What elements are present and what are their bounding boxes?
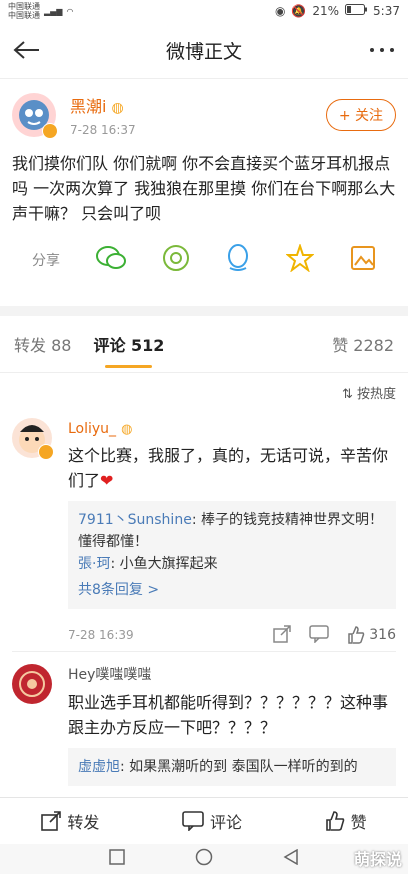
heart-icon: ❤ [100, 471, 114, 490]
reply-item: 張·珂: 小鱼大旗挥起来 [78, 553, 386, 575]
status-bar: 中国联通 中国联通 ▂▄▆ ◠ ◉ 🔕 21% 5:37 [0, 0, 408, 22]
tab-like[interactable]: 赞 2282 [332, 332, 394, 356]
recent-apps-icon[interactable] [109, 849, 125, 869]
save-image-icon[interactable] [350, 245, 376, 275]
comment-item: Loliyu_ ◍ 这个比赛，我服了，真的，无话可说，辛苦你们了❤ 7911丶S… [0, 412, 408, 651]
comment-icon [182, 811, 204, 831]
comment-button[interactable]: 评论 [182, 809, 242, 833]
thumbs-up-icon [325, 811, 344, 831]
comment-like-count: 316 [369, 627, 396, 643]
reply-text: : 小鱼大旗挥起来 [110, 556, 218, 572]
watermark-logo: 萌探说 [353, 850, 402, 869]
thumbs-up-icon [348, 626, 365, 644]
home-icon[interactable] [195, 848, 213, 870]
signal-icon: ▂▄▆ [44, 6, 63, 16]
ornament-avatar-icon [19, 671, 45, 697]
repost-button[interactable]: 转发 [41, 809, 99, 833]
reply-author[interactable]: 張·珂 [78, 556, 110, 572]
repost-label: 转发 [67, 813, 100, 832]
commenter-name[interactable]: Loliyu_ [68, 421, 116, 437]
system-nav-bar [0, 844, 408, 874]
comment-footer: 7-28 16:39 316 [68, 619, 396, 651]
carrier-2: 中国联通 [8, 11, 40, 20]
reply-box[interactable]: 7911丶Sunshine: 棒子的钱竞技精神世界文明！懂得都懂！ 張·珂: 小… [68, 501, 396, 609]
post-time: 7-28 16:37 [70, 123, 136, 137]
wechat-icon[interactable] [96, 245, 126, 275]
nav-bar: 微博正文 [0, 22, 408, 79]
carrier-info: 中国联通 中国联通 ▂▄▆ ◠ [8, 2, 73, 20]
weibo-post: 黑潮i ◍ 7-28 16:37 + 关注 我们摸你们队 你们就啊 你不会直接买… [0, 79, 408, 294]
eye-icon: ◉ [274, 4, 286, 18]
sort-icon: ⇅ [341, 387, 353, 402]
more-replies-link[interactable]: 共8条回复 > [78, 579, 386, 601]
carrier-1: 中国联通 [8, 2, 40, 11]
mute-icon: 🔕 [291, 4, 307, 18]
comment-item: Hey噗嗤噗嗤 职业选手耳机都能听得到？？？？？？这种事跟主办方反应一下吧？？？… [0, 652, 408, 786]
vip-badge-icon: ◍ [121, 422, 133, 437]
back-button[interactable] [10, 34, 42, 66]
moments-icon[interactable] [162, 244, 190, 276]
like-label: 赞 [350, 813, 367, 832]
reply-item: 虚虚旭: 如果黑潮听的到 泰国队一样听的到的 [78, 756, 386, 778]
comment-label: 评论 [209, 813, 242, 832]
reply-box[interactable]: 虚虚旭: 如果黑潮听的到 泰国队一样听的到的 [68, 748, 396, 786]
tab-repost[interactable]: 转发 88 [14, 332, 71, 356]
back-arrow-icon [13, 41, 39, 59]
comment-text: 职业选手耳机都能听得到？？？？？？这种事跟主办方反应一下吧？？？？ [68, 693, 389, 737]
commenter-name[interactable]: Hey噗嗤噗嗤 [68, 664, 396, 684]
post-author: 黑潮i ◍ 7-28 16:37 + 关注 [12, 93, 396, 139]
section-divider [0, 306, 408, 316]
battery-icon [345, 4, 368, 18]
more-button[interactable] [366, 34, 398, 66]
wifi-icon: ◠ [66, 6, 74, 16]
tab-comment[interactable]: 评论 512 [93, 332, 164, 368]
share-row: 分享 [12, 226, 396, 294]
reply-comment-icon[interactable] [309, 624, 330, 646]
post-content: 我们摸你们队 你们就啊 你不会直接买个蓝牙耳机报点吗 一次两次算了 我独狼在那里… [12, 154, 396, 223]
verified-badge-icon [38, 444, 54, 460]
commenter-avatar[interactable] [12, 664, 52, 704]
vip-badge-icon: ◍ [111, 100, 124, 116]
clock: 5:37 [373, 4, 400, 18]
follow-button[interactable]: + 关注 [325, 99, 396, 131]
share-label: 分享 [32, 253, 60, 269]
reply-item: 7911丶Sunshine: 棒子的钱竞技精神世界文明！懂得都懂！ [78, 509, 386, 553]
reply-text: : 如果黑潮听的到 泰国队一样听的到的 [120, 759, 358, 775]
author-avatar[interactable] [12, 93, 58, 139]
comment-text: 这个比赛，我服了，真的，无话可说，辛苦你们了❤ [68, 446, 389, 490]
battery-percent: 21% [312, 4, 340, 18]
verified-badge-icon [42, 123, 58, 139]
reply-author[interactable]: 7911丶Sunshine [78, 512, 192, 528]
post-tabs: 转发 88 评论 512 赞 2282 [0, 316, 408, 372]
back-icon[interactable] [283, 848, 299, 869]
qq-icon[interactable] [226, 244, 250, 276]
comment-time: 7-28 16:39 [68, 628, 134, 642]
share-comment-icon[interactable] [273, 624, 292, 646]
sort-toggle[interactable]: ⇅ 按热度 [0, 373, 408, 412]
reply-author[interactable]: 虚虚旭 [78, 759, 120, 775]
bottom-action-bar: 转发 评论 赞 [0, 797, 408, 844]
more-dots-icon [369, 48, 394, 52]
qzone-icon[interactable] [285, 242, 315, 276]
author-name[interactable]: 黑潮i [70, 97, 106, 116]
page-title: 微博正文 [165, 40, 242, 63]
comment-like-button[interactable]: 316 [347, 626, 396, 644]
commenter-avatar[interactable] [12, 418, 54, 460]
like-button[interactable]: 赞 [325, 809, 367, 833]
repost-icon [41, 811, 62, 831]
sort-label: 按热度 [356, 387, 396, 402]
